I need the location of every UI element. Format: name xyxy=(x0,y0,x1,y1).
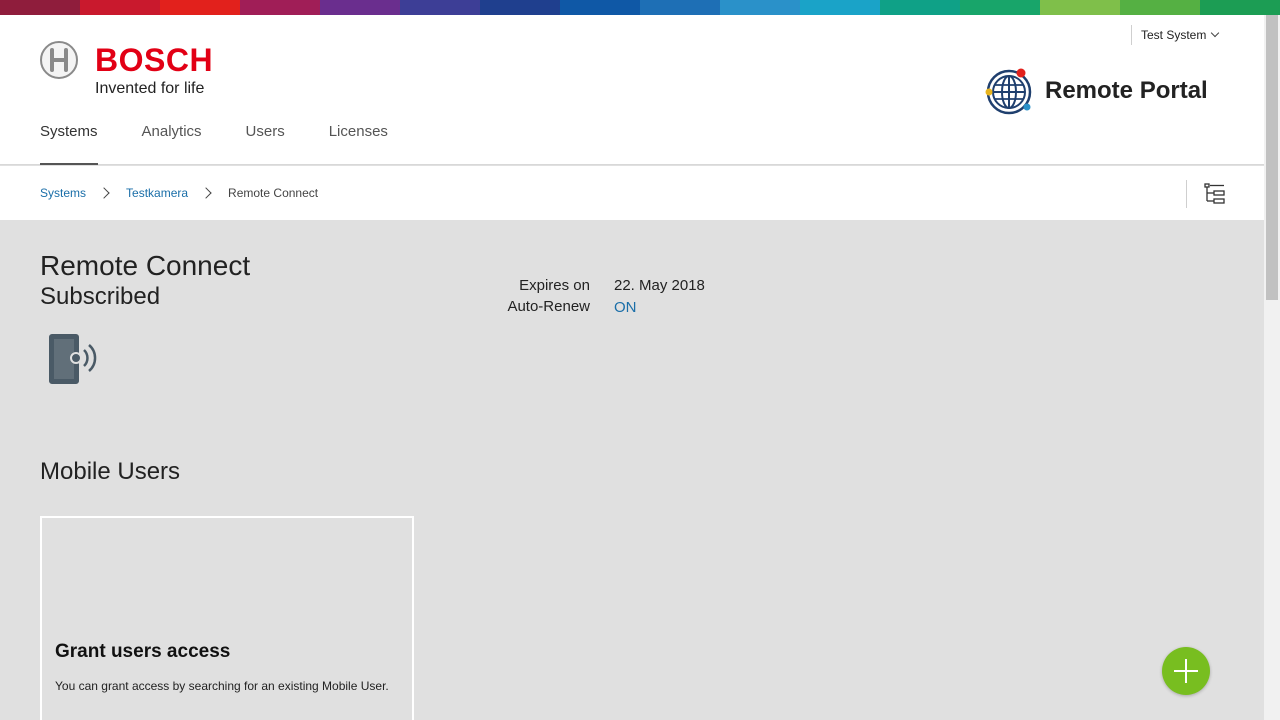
breadcrumb-current: Remote Connect xyxy=(228,186,319,200)
supergraphic-segment xyxy=(560,0,640,15)
system-selector[interactable]: Test System xyxy=(1131,25,1220,45)
supergraphic-segment xyxy=(640,0,720,15)
breadcrumb: Systems Testkamera Remote Connect xyxy=(40,166,318,220)
supergraphic-bar xyxy=(0,0,1280,15)
supergraphic-segment xyxy=(160,0,240,15)
autorenew-label: Auto-Renew xyxy=(507,298,590,315)
breadcrumb-bar: Systems Testkamera Remote Connect xyxy=(0,166,1264,220)
chevron-down-icon xyxy=(1211,28,1220,38)
supergraphic-segment xyxy=(400,0,480,15)
nav-tab-analytics[interactable]: Analytics xyxy=(142,118,202,165)
grant-access-title: Grant users access xyxy=(55,641,231,662)
supergraphic-segment xyxy=(1120,0,1200,15)
chevron-right-icon xyxy=(200,187,212,199)
main-nav: Systems Analytics Users Licenses xyxy=(40,118,388,165)
supergraphic-segment xyxy=(960,0,1040,15)
brand-name: BOSCH xyxy=(95,42,214,78)
nav-tab-systems[interactable]: Systems xyxy=(40,118,98,165)
supergraphic-segment xyxy=(800,0,880,15)
breadcrumb-testkamera[interactable]: Testkamera xyxy=(126,186,188,200)
globe-network-icon xyxy=(985,68,1032,115)
supergraphic-segment xyxy=(1040,0,1120,15)
supergraphic-segment xyxy=(880,0,960,15)
grant-access-description: You can grant access by searching for an… xyxy=(55,679,389,693)
grant-access-card[interactable]: Grant users access You can grant access … xyxy=(40,516,414,720)
expires-value: 22. May 2018 xyxy=(614,277,705,294)
bosch-armature-icon xyxy=(40,41,78,79)
system-selector-label: Test System xyxy=(1141,28,1207,42)
scrollbar-thumb[interactable] xyxy=(1266,15,1278,300)
mobile-signal-icon xyxy=(49,334,97,384)
portal-brand: Remote Portal xyxy=(984,66,1208,116)
supergraphic-segment xyxy=(240,0,320,15)
brand-tagline: Invented for life xyxy=(95,80,205,97)
vertical-scrollbar[interactable] xyxy=(1264,15,1280,720)
breadcrumb-systems[interactable]: Systems xyxy=(40,186,86,200)
supergraphic-segment xyxy=(480,0,560,15)
supergraphic-segment xyxy=(0,0,80,15)
expires-label: Expires on xyxy=(519,277,590,294)
license-title: Remote Connect xyxy=(40,250,251,281)
tree-view-button[interactable] xyxy=(1186,180,1226,208)
chevron-right-icon xyxy=(98,187,110,199)
nav-tab-users[interactable]: Users xyxy=(246,118,285,165)
bosch-logo[interactable]: BOSCH Invented for life xyxy=(40,41,220,101)
autorenew-toggle[interactable]: ON xyxy=(614,297,637,319)
page: BOSCH Invented for life Test System Remo… xyxy=(0,15,1264,720)
header: BOSCH Invented for life Test System Remo… xyxy=(0,15,1264,165)
supergraphic-segment xyxy=(80,0,160,15)
supergraphic-segment xyxy=(1200,0,1280,15)
tree-structure-icon xyxy=(1204,183,1225,204)
add-button[interactable] xyxy=(1162,647,1210,695)
portal-title: Remote Portal xyxy=(1045,77,1208,104)
supergraphic-segment xyxy=(320,0,400,15)
nav-tab-licenses[interactable]: Licenses xyxy=(329,118,388,165)
supergraphic-segment xyxy=(720,0,800,15)
mobile-users-heading: Mobile Users xyxy=(40,458,181,485)
license-status: Subscribed xyxy=(40,283,161,310)
main-content: Remote Connect Subscribed Expires on 22.… xyxy=(0,220,1264,720)
